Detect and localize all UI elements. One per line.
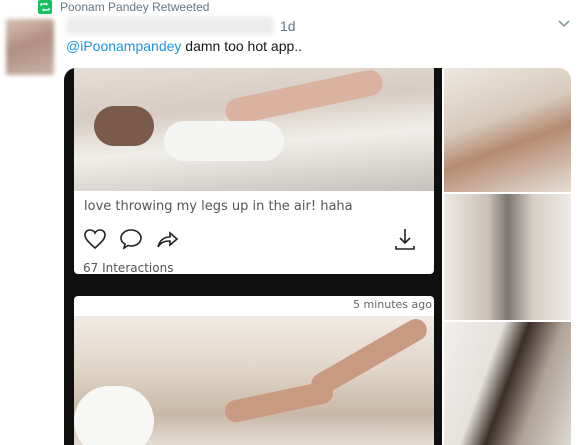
post-photo [74, 68, 434, 191]
heart-icon[interactable] [82, 226, 108, 252]
retweet-label[interactable]: Poonam Pandey Retweeted [60, 0, 209, 14]
tweet-body: damn too hot app.. [181, 38, 303, 54]
app-post-card: 5 minutes ago [74, 296, 434, 445]
post-timestamp: 5 minutes ago [353, 298, 432, 311]
mention-link[interactable]: @iPoonampandey [66, 38, 181, 54]
main-media-image[interactable]: love throwing my legs up in the air! hah… [64, 68, 442, 445]
download-icon[interactable] [392, 226, 418, 252]
media-thumbnail[interactable] [444, 322, 571, 445]
retweet-context: Poonam Pandey Retweeted [38, 0, 209, 14]
post-caption: love throwing my legs up in the air! hah… [84, 199, 353, 214]
tweet-timestamp[interactable]: 1d [280, 18, 296, 34]
media-thumbnails [444, 68, 571, 445]
chevron-down-icon[interactable] [556, 16, 572, 32]
app-post-card: love throwing my legs up in the air! hah… [74, 68, 434, 274]
blurred-username[interactable] [66, 17, 274, 35]
interactions-count[interactable]: 67 Interactions [83, 261, 173, 274]
retweet-icon [38, 0, 52, 14]
post-actions [82, 226, 422, 252]
tweet-header: 1d [66, 16, 296, 36]
share-icon[interactable] [154, 226, 180, 252]
comment-icon[interactable] [118, 226, 144, 252]
post-photo [74, 314, 434, 445]
media-thumbnail[interactable] [444, 194, 571, 320]
media-grid: love throwing my legs up in the air! hah… [64, 68, 571, 445]
avatar[interactable] [6, 19, 54, 75]
tweet-text: @iPoonampandey damn too hot app.. [66, 38, 302, 54]
media-thumbnail[interactable] [444, 68, 571, 192]
